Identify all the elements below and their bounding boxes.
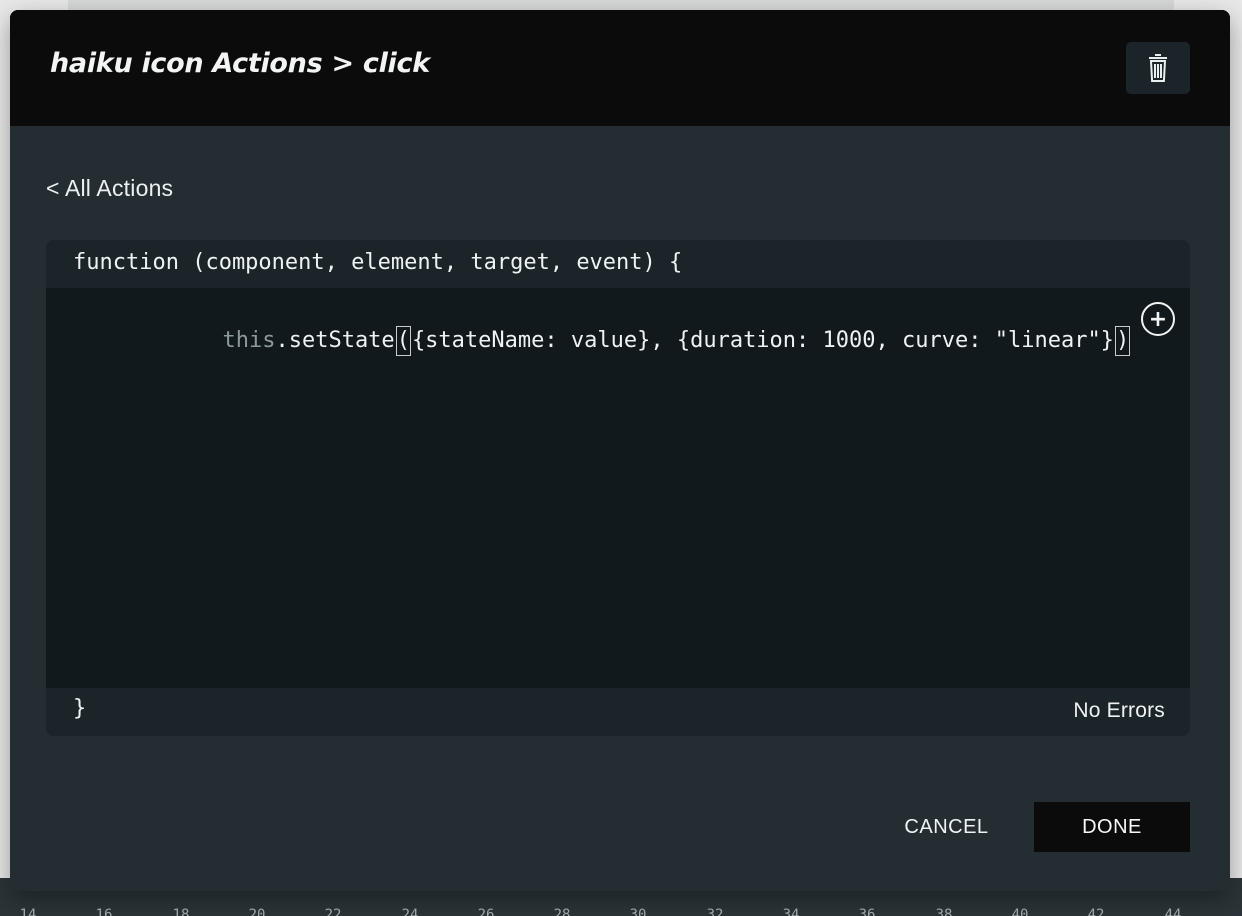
timeline-tick: 30 bbox=[629, 907, 647, 916]
timeline-tick: 42 bbox=[1087, 907, 1105, 916]
function-signature: function (component, element, target, ev… bbox=[73, 250, 683, 275]
timeline-tick: 36 bbox=[858, 907, 876, 916]
timeline-tick: 18 bbox=[172, 907, 190, 916]
editor-footer: } No Errors bbox=[46, 688, 1190, 736]
timeline-tick: 38 bbox=[935, 907, 953, 916]
timeline-tick: 40 bbox=[1011, 907, 1029, 916]
open-parenthesis: ( bbox=[395, 326, 411, 356]
error-status: No Errors bbox=[1073, 699, 1165, 722]
code-editor[interactable]: function (component, element, target, ev… bbox=[46, 240, 1190, 736]
code-line[interactable]: this.setState({stateName: value}, {durat… bbox=[143, 304, 1131, 378]
method-call: .setState bbox=[275, 328, 395, 353]
close-parenthesis: ) bbox=[1114, 326, 1131, 356]
timeline-tick: 22 bbox=[324, 907, 342, 916]
delete-action-button[interactable] bbox=[1126, 42, 1190, 94]
timeline-tick: 44 bbox=[1164, 907, 1182, 916]
timeline-tick: 32 bbox=[706, 907, 724, 916]
timeline-tick: 28 bbox=[553, 907, 571, 916]
all-actions-link[interactable]: < All Actions bbox=[46, 175, 173, 202]
done-button[interactable]: DONE bbox=[1034, 802, 1190, 852]
timeline-tick: 20 bbox=[248, 907, 266, 916]
timeline-ruler: 14 16 18 20 22 24 26 28 30 32 34 36 38 4… bbox=[0, 906, 1242, 916]
actions-modal: haiku icon Actions > click < All Actions… bbox=[10, 10, 1230, 891]
add-code-button[interactable]: + bbox=[1141, 302, 1175, 336]
modal-header: haiku icon Actions > click bbox=[10, 10, 1230, 126]
timeline-tick: 24 bbox=[401, 907, 419, 916]
plus-icon: + bbox=[1148, 306, 1168, 332]
closing-brace: } bbox=[73, 696, 87, 721]
code-arguments: {stateName: value}, {duration: 1000, cur… bbox=[411, 328, 1114, 353]
timeline-tick: 14 bbox=[19, 907, 37, 916]
timeline-tick: 26 bbox=[477, 907, 495, 916]
timeline-tick: 34 bbox=[782, 907, 800, 916]
timeline-tick: 16 bbox=[95, 907, 113, 916]
this-keyword: this bbox=[222, 328, 276, 353]
cancel-button[interactable]: CANCEL bbox=[883, 802, 1010, 852]
trash-icon bbox=[1149, 54, 1167, 82]
modal-title: haiku icon Actions > click bbox=[50, 48, 430, 79]
editor-header: function (component, element, target, ev… bbox=[46, 240, 1190, 288]
